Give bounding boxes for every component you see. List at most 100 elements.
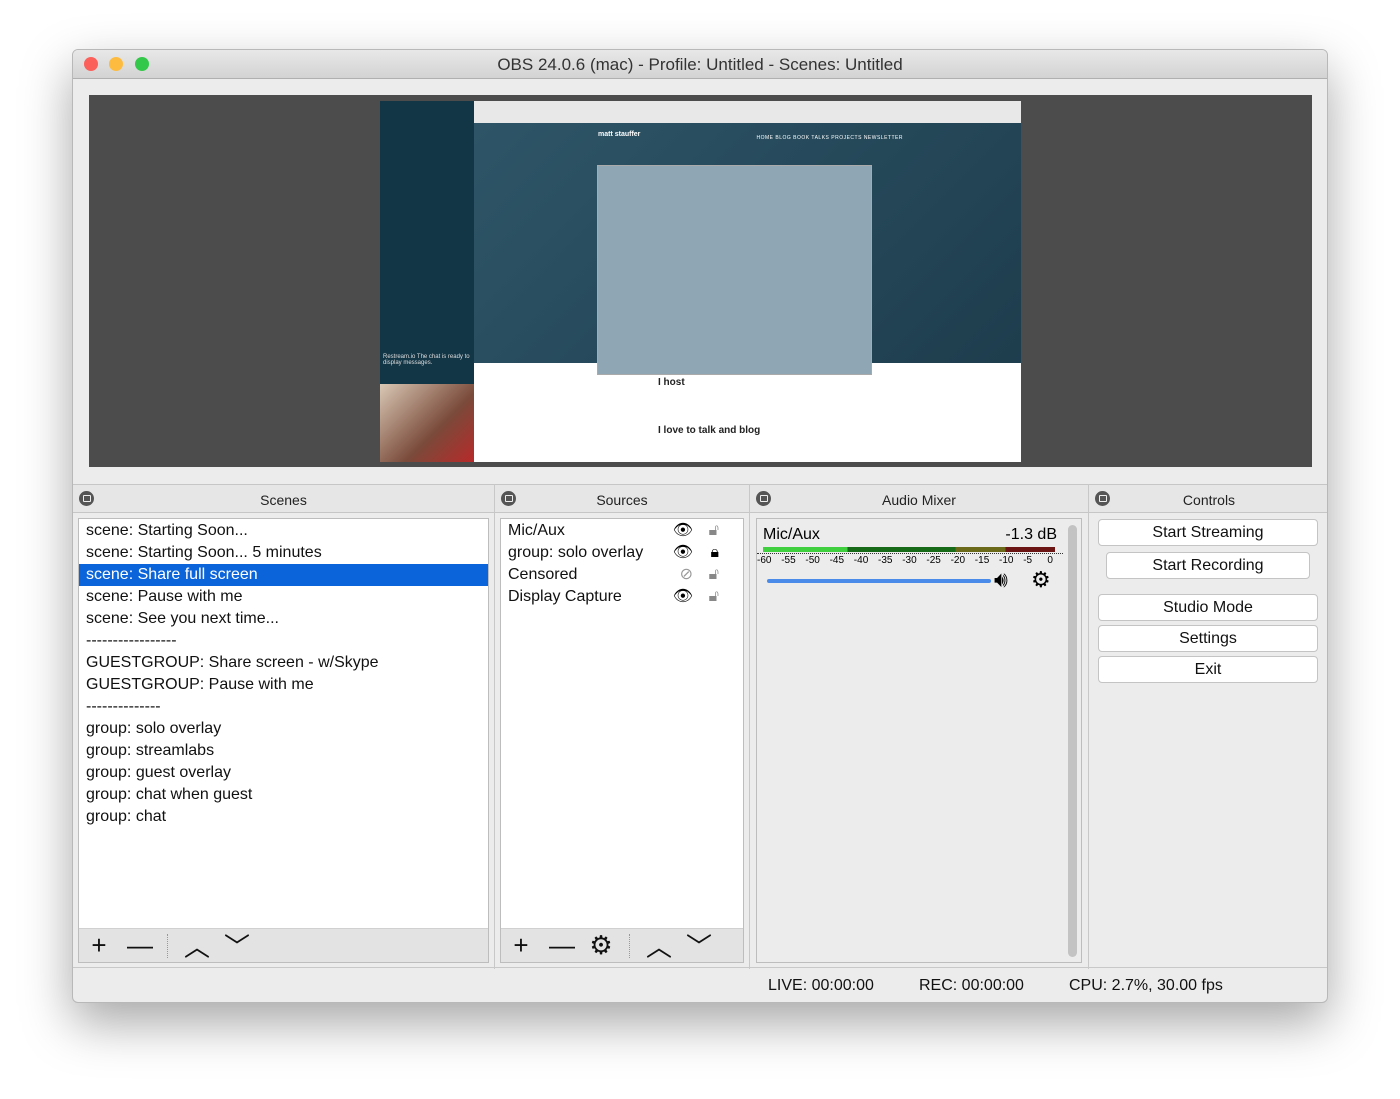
scene-item[interactable]: ----------------- [79, 630, 488, 652]
remove-scene-button[interactable]: — [127, 930, 153, 961]
separator [629, 933, 630, 958]
scene-item[interactable]: scene: Starting Soon... 5 minutes [79, 542, 488, 564]
preview-content: I host I love to talk and blog [474, 363, 1021, 462]
scale-tick-label: -10 [999, 555, 1014, 566]
scene-item[interactable]: scene: Pause with me [79, 586, 488, 608]
separator [167, 933, 168, 958]
undock-icon[interactable] [756, 491, 771, 506]
scene-item[interactable]: group: solo overlay [79, 718, 488, 740]
move-up-button[interactable]: ︿ [646, 927, 672, 964]
scale-tick-label: -60 [757, 555, 772, 566]
scale-tick-label: -50 [805, 555, 820, 566]
sources-dock: Sources Mic/Aux 👁︎ 🔓︎ group: solo overlay 👁︎… [495, 484, 750, 969]
preview-browser-bar [474, 101, 1021, 123]
add-source-button[interactable]: + [509, 930, 533, 961]
scale-tick-label: -30 [902, 555, 917, 566]
eye-icon[interactable]: 👁︎ [673, 520, 693, 542]
live-timer: LIVE: 00:00:00 [768, 977, 874, 994]
source-item[interactable]: group: solo overlay 👁︎ 🔒︎ [501, 542, 743, 564]
audio-mixer-dock: Audio Mixer Mic/Aux -1.3 dB -60 -55 -50 -45… [750, 484, 1089, 969]
scene-item[interactable]: group: streamlabs [79, 740, 488, 762]
source-properties-gear-icon[interactable]: ⚙ [589, 930, 613, 961]
controls-title: Controls [1182, 492, 1236, 508]
volume-slider[interactable] [767, 579, 991, 583]
zoom-button[interactable] [135, 57, 149, 71]
settings-button[interactable]: Settings [1098, 625, 1318, 652]
sources-list[interactable]: Mic/Aux 👁︎ 🔓︎ group: solo overlay 👁︎ 🔒︎ Censor… [500, 518, 744, 963]
preview-logo: matt stauffer [598, 131, 641, 138]
scenes-title: Scenes [260, 492, 307, 508]
undock-icon[interactable] [1095, 491, 1110, 506]
undock-icon[interactable] [79, 491, 94, 506]
move-up-button[interactable]: ︿ [184, 927, 210, 964]
close-button[interactable] [84, 57, 98, 71]
preview-canvas[interactable]: Restream.io The chat is ready to display… [380, 101, 1021, 462]
eye-icon[interactable]: 👁︎ [673, 586, 693, 608]
scene-item[interactable]: scene: See you next time... [79, 608, 488, 630]
controls-dock: Controls Start Streaming Start Recording… [1089, 484, 1327, 969]
undock-icon[interactable] [501, 491, 516, 506]
unlock-icon[interactable]: 🔓︎ [709, 586, 719, 608]
scenes-list[interactable]: scene: Starting Soon... scene: Starting S… [78, 518, 489, 963]
cpu-fps: CPU: 2.7%, 30.00 fps [1069, 977, 1223, 994]
eye-hidden-icon[interactable]: ⊘ [680, 564, 693, 586]
scene-item[interactable]: GUESTGROUP: Pause with me [79, 674, 488, 696]
scene-item[interactable]: GUESTGROUP: Share screen - w/Skype [79, 652, 488, 674]
minimize-button[interactable] [109, 57, 123, 71]
start-recording-button[interactable]: Start Recording [1106, 552, 1310, 579]
preview-sidebar: Restream.io The chat is ready to display… [380, 101, 474, 462]
scene-item[interactable]: group: chat when guest [79, 784, 488, 806]
preview-blog-heading: I love to talk and blog [658, 425, 761, 436]
studio-mode-button[interactable]: Studio Mode [1098, 594, 1318, 621]
scale-tick-label: -25 [926, 555, 941, 566]
gear-icon[interactable]: ⚙ [1031, 567, 1051, 593]
exit-button[interactable]: Exit [1098, 656, 1318, 683]
scene-item[interactable]: scene: Share full screen [79, 564, 488, 586]
scene-item[interactable]: group: chat [79, 806, 488, 828]
status-bar: LIVE: 00:00:00 REC: 00:00:00 CPU: 2.7%, … [73, 967, 1327, 1002]
source-name: Censored [508, 566, 578, 583]
source-name: Display Capture [508, 588, 622, 605]
mixer-scrollbar[interactable] [1068, 525, 1077, 957]
title-bar: OBS 24.0.6 (mac) - Profile: Untitled - S… [73, 50, 1327, 79]
source-name: group: solo overlay [508, 544, 644, 561]
move-down-button[interactable]: ﹀ [224, 927, 250, 964]
window-title: OBS 24.0.6 (mac) - Profile: Untitled - S… [497, 55, 903, 74]
unlock-icon[interactable]: 🔓︎ [709, 520, 719, 542]
scale-tick-label: -20 [950, 555, 966, 566]
channel-level: -1.3 dB [1005, 526, 1057, 543]
meter-scale: -60 -55 -50 -45 -40 -35 -30 -25 -20 -15 -10 -5 0 [757, 553, 1063, 566]
speaker-icon[interactable]: 🔊︎ [994, 567, 1008, 593]
scene-item[interactable]: -------------- [79, 696, 488, 718]
scene-item[interactable]: scene: Starting Soon... [79, 520, 488, 542]
channel-name: Mic/Aux [763, 526, 820, 543]
scenes-dock: Scenes scene: Starting Soon... scene: Sta… [73, 484, 495, 969]
source-item[interactable]: Mic/Aux 👁︎ 🔓︎ [501, 520, 743, 542]
rec-timer: REC: 00:00:00 [919, 977, 1024, 994]
remove-source-button[interactable]: — [549, 930, 575, 961]
mixer-channel: Mic/Aux -1.3 dB -60 -55 -50 -45 -40 -35 -30 -25… [756, 518, 1082, 963]
source-name: Mic/Aux [508, 522, 565, 539]
obs-window: OBS 24.0.6 (mac) - Profile: Untitled - S… [72, 49, 1328, 1003]
sources-toolbar: + — ⚙ ︿ ﹀ [501, 928, 743, 962]
preview-area[interactable]: Restream.io The chat is ready to display… [89, 95, 1312, 467]
scale-tick-label: -15 [974, 555, 990, 566]
preview-host-heading: I host [658, 377, 685, 388]
add-scene-button[interactable]: + [87, 930, 111, 961]
preview-nav: HOME BLOG BOOK TALKS PROJECTS NEWSLETTER [756, 135, 903, 141]
scene-item[interactable]: group: guest overlay [79, 762, 488, 784]
scale-tick-label: -45 [829, 555, 845, 566]
lock-icon[interactable]: 🔒︎ [710, 542, 719, 564]
unlock-icon[interactable]: 🔓︎ [709, 564, 719, 586]
source-item[interactable]: Censored ⊘ 🔓︎ [501, 564, 743, 586]
scale-tick-label: -35 [878, 555, 893, 566]
preview-webcam [380, 384, 474, 462]
move-down-button[interactable]: ﹀ [686, 927, 712, 964]
volume-meter [763, 547, 1055, 552]
eye-icon[interactable]: 👁︎ [673, 542, 693, 564]
scale-tick-label: 0 [1047, 555, 1053, 566]
preview-website: matt stauffer HOME BLOG BOOK TALKS PROJE… [474, 101, 1021, 462]
source-item[interactable]: Display Capture 👁︎ 🔓︎ [501, 586, 743, 608]
start-streaming-button[interactable]: Start Streaming [1098, 519, 1318, 546]
sources-title: Sources [596, 492, 648, 508]
